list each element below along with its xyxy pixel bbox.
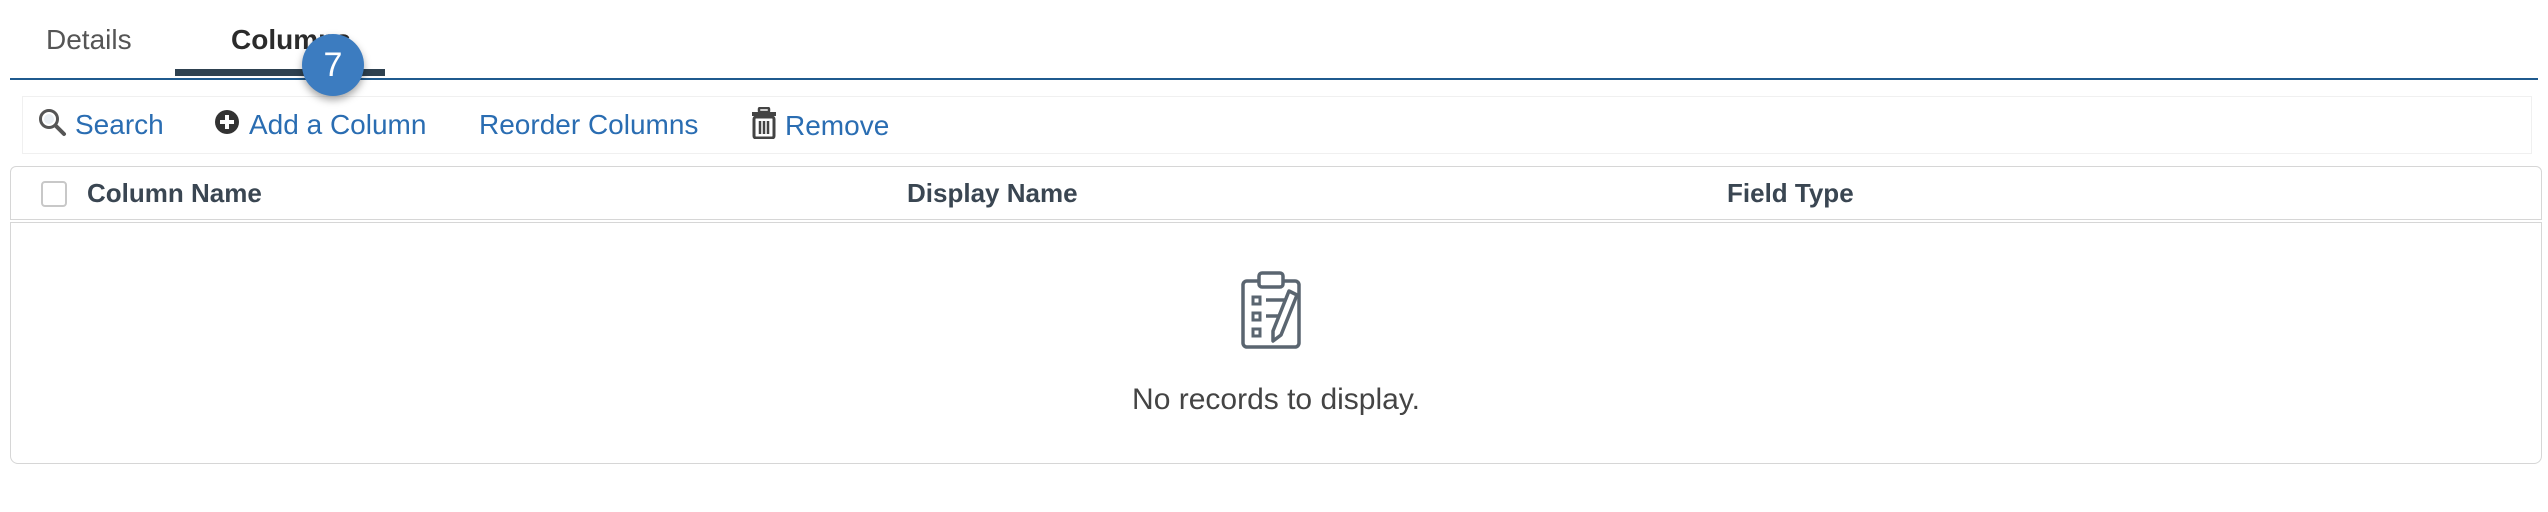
clipboard-checklist-icon bbox=[1239, 269, 1317, 356]
tab-bar: Details Columns bbox=[10, 0, 2538, 80]
search-button[interactable]: Search bbox=[37, 107, 164, 143]
add-column-label: Add a Column bbox=[249, 109, 427, 140]
page: Details Columns 7 Search Add a Column Re… bbox=[0, 0, 2548, 512]
grid-header: Column Name Display Name Field Type bbox=[10, 166, 2542, 220]
grid-toolbar: Search Add a Column Reorder Columns Remo… bbox=[22, 96, 2532, 154]
tab-details-label: Details bbox=[46, 24, 132, 55]
tab-details[interactable]: Details bbox=[46, 20, 132, 76]
search-label: Search bbox=[75, 109, 164, 140]
grid-body: No records to display. bbox=[10, 222, 2542, 464]
reorder-columns-button[interactable]: Reorder Columns bbox=[479, 107, 698, 143]
plus-circle-icon bbox=[213, 108, 241, 145]
column-header-column-name[interactable]: Column Name bbox=[87, 177, 262, 209]
magnifier-icon bbox=[37, 107, 67, 146]
add-column-button[interactable]: Add a Column bbox=[213, 107, 426, 143]
trash-icon bbox=[751, 106, 777, 148]
column-header-field-type[interactable]: Field Type bbox=[1727, 177, 1854, 209]
remove-label: Remove bbox=[785, 109, 890, 141]
empty-state-message: No records to display. bbox=[1132, 383, 1420, 416]
reorder-columns-label: Reorder Columns bbox=[479, 109, 699, 140]
column-header-display-name[interactable]: Display Name bbox=[907, 177, 1078, 209]
remove-button[interactable]: Remove bbox=[751, 106, 890, 143]
step-badge: 7 bbox=[302, 34, 364, 96]
select-all-checkbox[interactable] bbox=[41, 181, 67, 207]
